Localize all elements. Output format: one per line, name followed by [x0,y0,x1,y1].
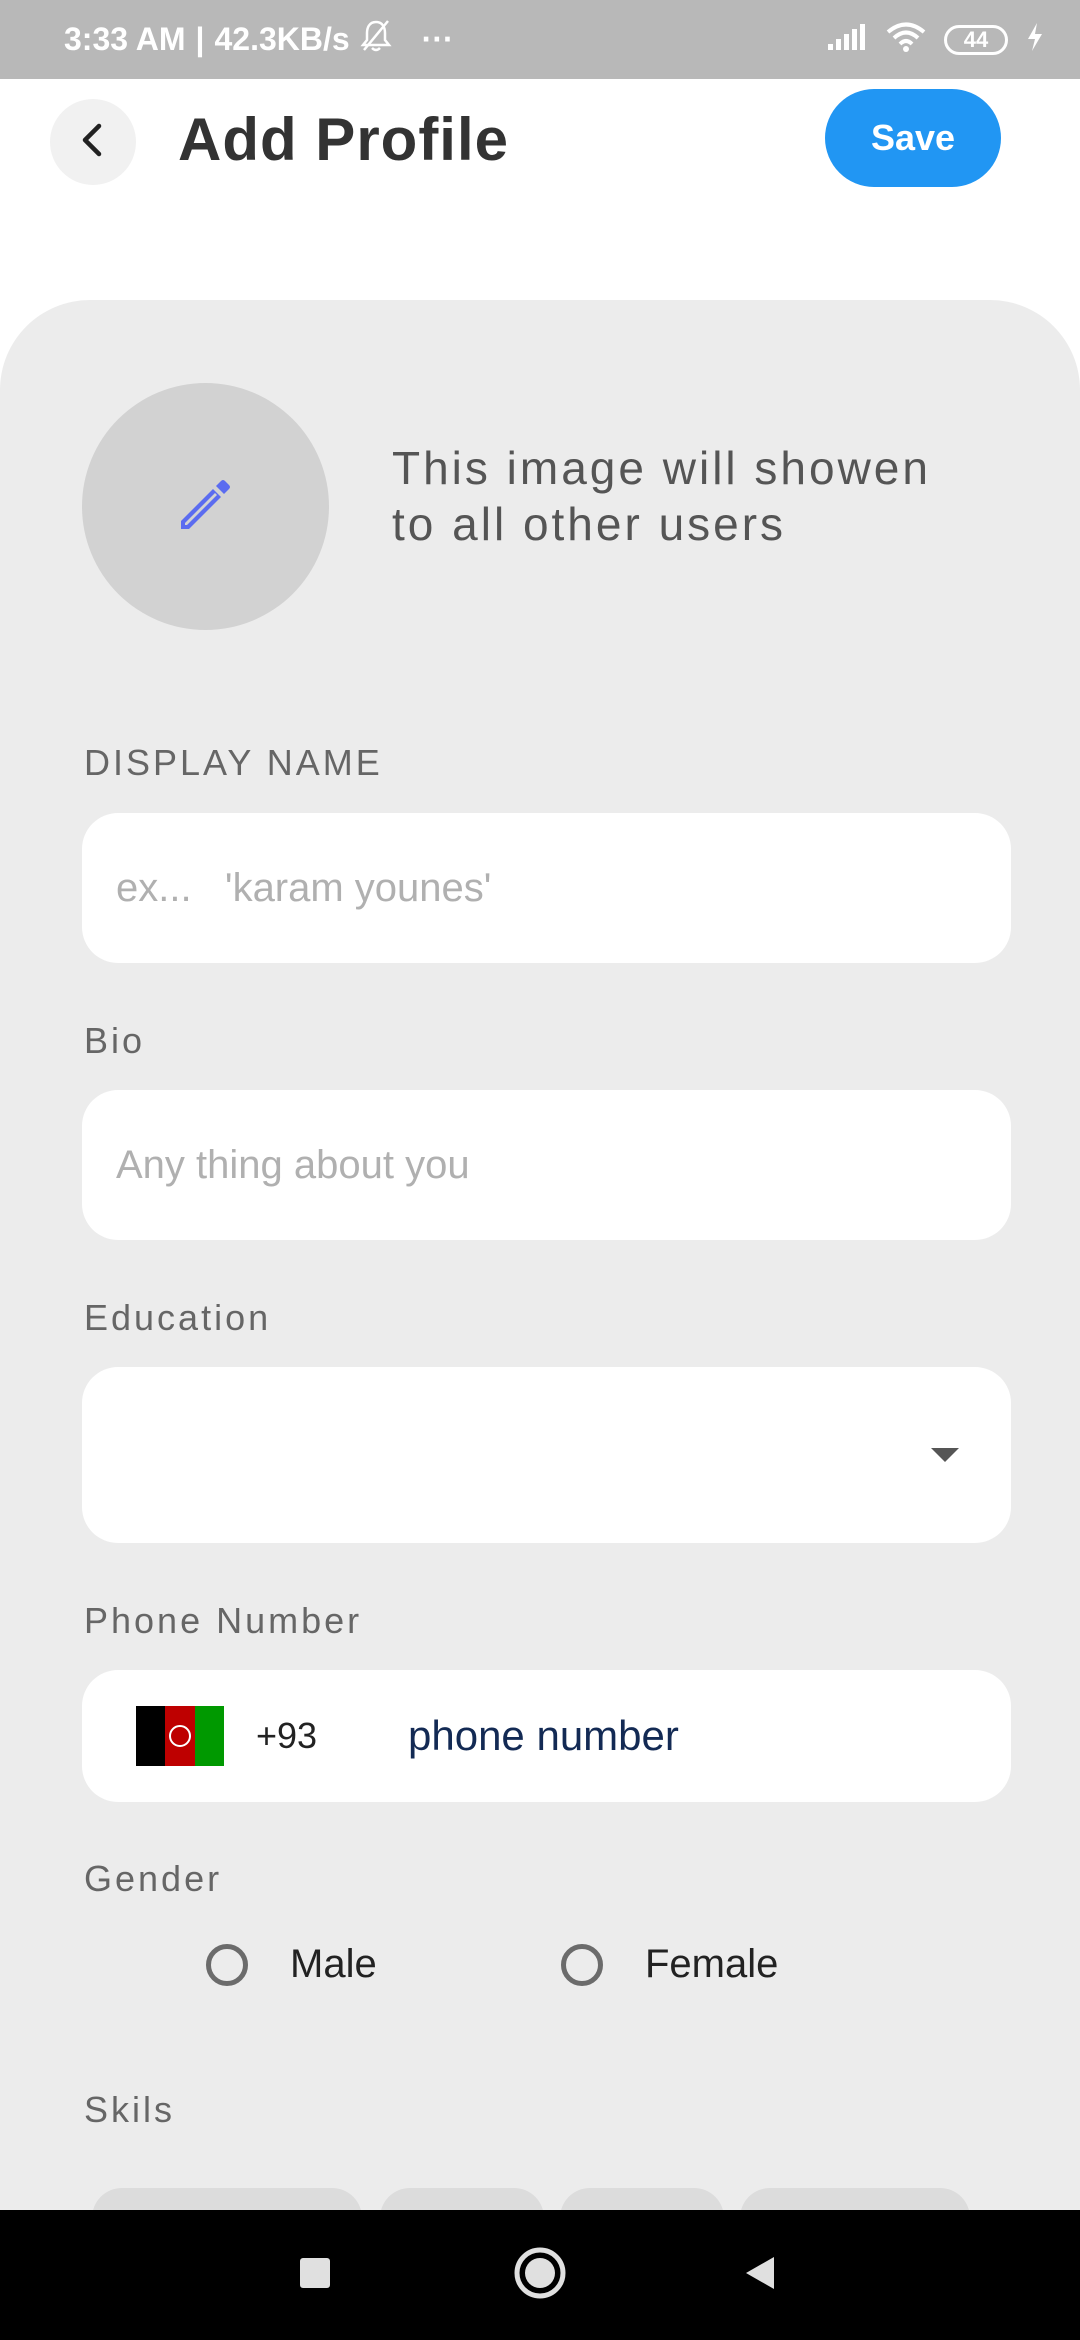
triangle-icon [740,2253,780,2298]
app-bar: Add Profile Save [0,79,1080,209]
status-right: 44 [826,0,1044,79]
gender-option-male[interactable]: Male [206,1942,377,1987]
caret-down-icon [931,1448,959,1462]
profile-form-card: This image will showen to all other user… [0,300,1080,2248]
system-navigation-bar [0,2210,1080,2340]
display-name-field[interactable]: ex... 'karam younes' [82,813,1011,963]
afghanistan-flag-icon[interactable] [136,1706,224,1766]
bio-label: Bio [84,1020,146,1061]
phone-label: Phone Number [84,1600,363,1641]
bio-placeholder: Any thing about you [116,1142,470,1187]
square-icon [298,2256,332,2295]
home-button[interactable] [510,2245,570,2305]
battery-indicator: 44 [944,24,1008,55]
charging-icon [1026,22,1044,57]
avatar-picker[interactable] [82,383,329,630]
avatar-caption: This image will showen to all other user… [392,442,931,550]
display-name-placeholder: ex... 'karam younes' [116,865,492,910]
radio-circle-icon[interactable] [561,1943,603,1986]
status-speed: 42.3KB/s [214,21,350,57]
status-left: 3:33 AM | 42.3KB/s ··· [64,0,454,79]
phone-placeholder: phone number [408,1712,679,1759]
signal-icon [826,22,868,57]
phone-field[interactable]: +93 phone number [82,1670,1011,1802]
gender-male-label: Male [290,1942,377,1986]
display-name-label: DISPLAY NAME [84,742,383,783]
skills-label: Skils [84,2089,176,2130]
wifi-icon [886,21,926,58]
recents-button[interactable] [285,2245,345,2305]
gender-option-female[interactable]: Female [561,1942,778,1987]
education-dropdown[interactable] [82,1367,1011,1543]
save-button[interactable]: Save [825,89,1001,187]
education-label: Education [84,1297,272,1338]
status-time: 3:33 AM [64,21,186,57]
gender-label: Gender [84,1858,223,1899]
status-more: ··· [421,21,454,57]
arrow-left-icon [73,120,113,165]
status-separator: | [195,21,205,57]
bio-field[interactable]: Any thing about you [82,1090,1011,1240]
pencil-icon [171,469,241,544]
gender-female-label: Female [645,1942,779,1986]
page-title: Add Profile [178,106,510,173]
status-bar: 3:33 AM | 42.3KB/s ··· 44 [0,0,1080,79]
back-button[interactable] [50,99,136,185]
circle-icon [512,2245,568,2306]
dial-code[interactable]: +93 [256,1670,317,1802]
back-nav-button[interactable] [730,2245,790,2305]
bell-off-icon [360,19,392,61]
radio-circle-icon[interactable] [206,1943,248,1986]
